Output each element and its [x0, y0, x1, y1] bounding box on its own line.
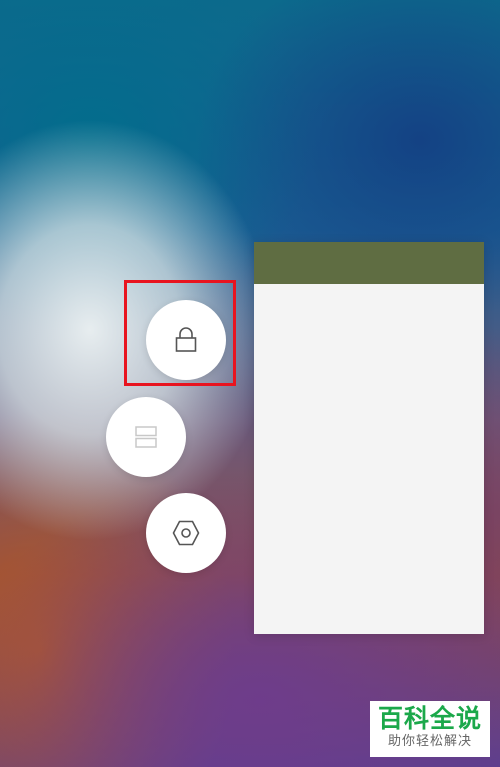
settings-icon: [172, 520, 200, 546]
recent-app-card[interactable]: [254, 242, 484, 634]
recent-app-card-header: [254, 242, 484, 284]
split-screen-icon: [135, 426, 157, 448]
lock-icon: [175, 327, 197, 352]
app-settings-button[interactable]: [146, 493, 226, 573]
recents-screen: 百科全说 助你轻松解决: [0, 0, 500, 767]
split-screen-button[interactable]: [106, 397, 186, 477]
watermark-subtitle: 助你轻松解决: [387, 734, 472, 749]
watermark-logo: 百科全说 助你轻松解决: [370, 701, 490, 757]
lock-app-button[interactable]: [146, 300, 226, 380]
watermark-title: 百科全说: [377, 704, 482, 733]
